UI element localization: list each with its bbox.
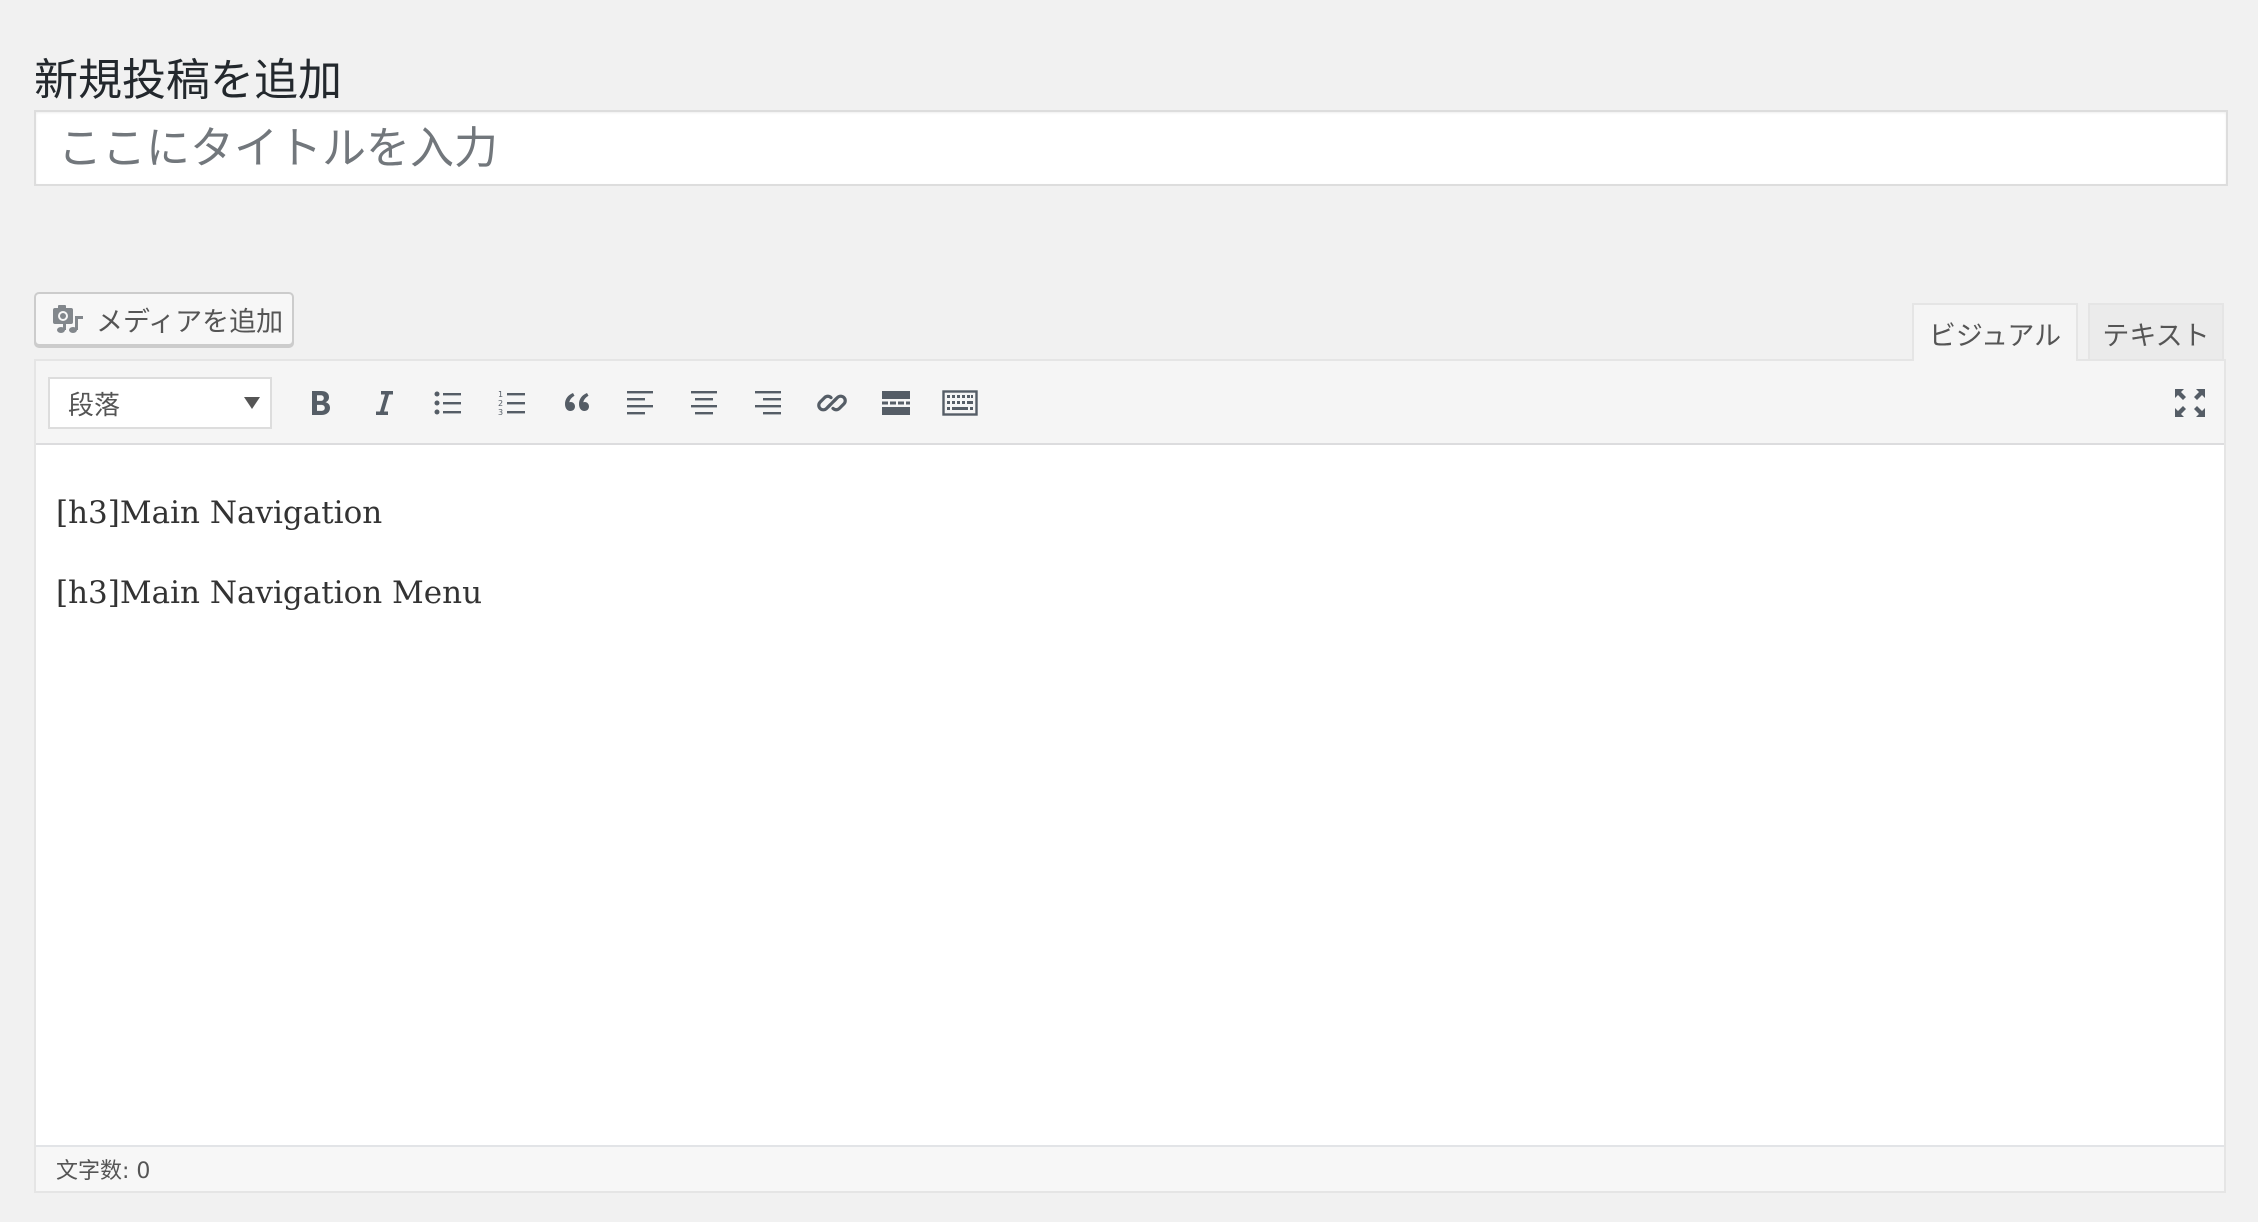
add-media-label: メディアを追加: [96, 306, 284, 338]
svg-text:2: 2: [498, 399, 503, 408]
editor-content-area[interactable]: [h3]Main Navigation [h3]Main Navigation …: [36, 445, 2224, 1127]
link-icon: [816, 387, 848, 419]
toolbar-toggle-button[interactable]: [936, 379, 984, 427]
fullscreen-icon: [2173, 387, 2207, 419]
align-left-icon: [625, 388, 655, 418]
add-media-button[interactable]: メディアを追加: [34, 292, 294, 346]
editor-panel: 段落 1 2 3 [h3]Main Navigation [h3]Main Na…: [34, 359, 2226, 1193]
align-right-icon: [753, 388, 783, 418]
editor-toolbar: 段落 1 2 3: [36, 361, 2224, 445]
align-right-button[interactable]: [744, 379, 792, 427]
align-center-icon: [689, 388, 719, 418]
svg-text:1: 1: [498, 390, 503, 399]
format-select[interactable]: 段落: [48, 377, 272, 429]
align-left-button[interactable]: [616, 379, 664, 427]
bulleted-list-button[interactable]: [424, 379, 472, 427]
italic-icon: [370, 388, 398, 418]
page-title: 新規投稿を追加: [34, 55, 342, 107]
tab-visual[interactable]: ビジュアル: [1912, 303, 2078, 361]
word-count: 文字数: 0: [56, 1159, 151, 1184]
content-paragraph: [h3]Main Navigation: [56, 495, 383, 531]
read-more-button[interactable]: [872, 379, 920, 427]
bold-button[interactable]: [296, 379, 344, 427]
tab-text[interactable]: テキスト: [2088, 303, 2224, 361]
numbered-list-icon: 1 2 3: [497, 388, 527, 418]
post-title-input[interactable]: [36, 112, 2226, 184]
caret-down-icon: [244, 397, 260, 409]
media-camera-music-icon: [50, 301, 86, 337]
svg-text:3: 3: [498, 408, 503, 417]
bold-icon: [306, 388, 334, 418]
title-field-wrapper: [34, 110, 2228, 186]
blockquote-icon: [560, 388, 592, 418]
numbered-list-button[interactable]: 1 2 3: [488, 379, 536, 427]
bulleted-list-icon: [433, 388, 463, 418]
content-paragraph: [h3]Main Navigation Menu: [56, 575, 483, 611]
read-more-icon: [880, 388, 912, 418]
keyboard-icon: [942, 388, 978, 418]
insert-link-button[interactable]: [808, 379, 856, 427]
align-center-button[interactable]: [680, 379, 728, 427]
blockquote-button[interactable]: [552, 379, 600, 427]
format-select-value: 段落: [68, 390, 121, 421]
editor-status-bar: 文字数: 0: [36, 1145, 2224, 1191]
distraction-free-button[interactable]: [2166, 379, 2214, 427]
italic-button[interactable]: [360, 379, 408, 427]
